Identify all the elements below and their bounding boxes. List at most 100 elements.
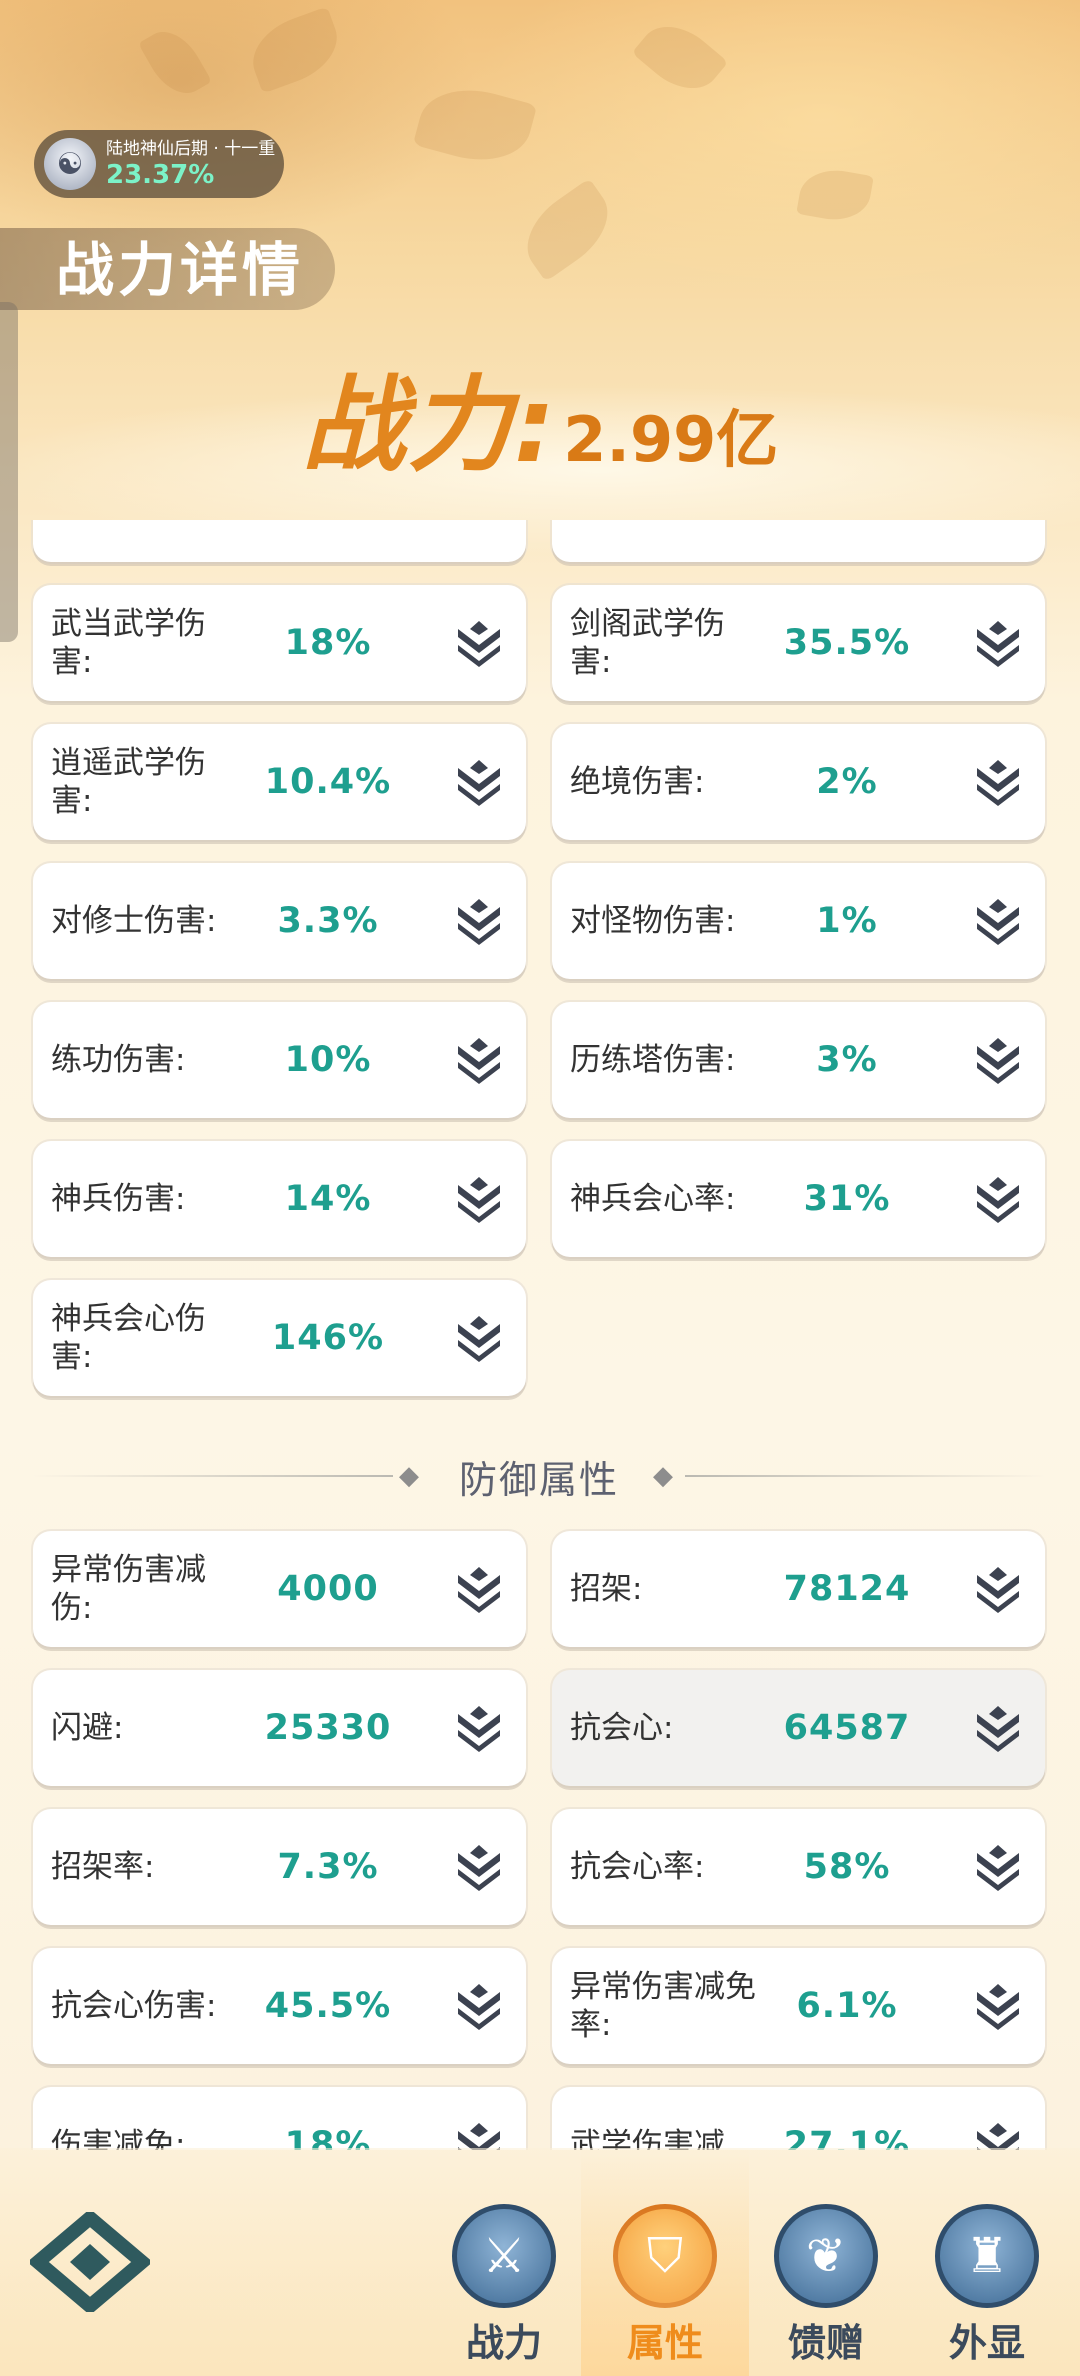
- attribute-label: 招架:: [570, 1571, 643, 1607]
- attribute-card[interactable]: 异常伤害减伤: 4000: [33, 1531, 526, 1647]
- attribute-value: 78124: [783, 1569, 911, 1609]
- expand-chevron-icon[interactable]: [973, 1038, 1023, 1084]
- attribute-card[interactable]: 逍遥武学伤害: 10.4%: [33, 724, 526, 840]
- attribute-card[interactable]: 招架: 78124: [552, 1531, 1045, 1647]
- page-title-banner: 战力详情: [0, 228, 335, 310]
- attribute-value: 3%: [816, 1040, 878, 1080]
- expand-chevron-icon[interactable]: [454, 1177, 504, 1223]
- attribute-value: 31%: [803, 1179, 891, 1219]
- bottom-nav: ⚔ 战力 ⛉ 属性 ❦ 馈赠 ♜ 外显: [0, 2148, 1080, 2376]
- attribute-card[interactable]: 伤害减免: 18%: [33, 2087, 526, 2150]
- attribute-card[interactable]: 练功伤害: 10%: [33, 1002, 526, 1118]
- decorative-leaf: [412, 76, 538, 174]
- expand-chevron-icon[interactable]: [973, 899, 1023, 945]
- attribute-value: 25330: [264, 1708, 392, 1748]
- expand-chevron-icon[interactable]: [973, 2123, 1023, 2150]
- expand-chevron-icon[interactable]: [454, 1706, 504, 1752]
- attribute-card[interactable]: 神兵会心率: 31%: [552, 1141, 1045, 1257]
- cultivator-avatar-icon: ☯: [44, 138, 96, 190]
- attribute-label: 抗会心:: [570, 1710, 674, 1746]
- expand-chevron-icon[interactable]: [454, 1845, 504, 1891]
- expand-chevron-icon[interactable]: [454, 2123, 504, 2150]
- attribute-label: 武当武学伤害:: [51, 606, 206, 680]
- decorative-leaf: [796, 164, 874, 226]
- attribute-card[interactable]: 异常伤害减免率: 6.1%: [552, 1948, 1045, 2064]
- swords-icon: ⚔: [452, 2204, 556, 2308]
- expand-chevron-icon[interactable]: [454, 1567, 504, 1613]
- attribute-label: 抗会心率:: [570, 1849, 705, 1885]
- attribute-card-partial: [33, 520, 526, 562]
- expand-chevron-icon[interactable]: [973, 1984, 1023, 2030]
- attribute-label: 剑阁武学伤害:: [570, 606, 725, 680]
- attribute-value: 18%: [284, 623, 372, 663]
- attribute-value: 14%: [284, 1179, 372, 1219]
- expand-chevron-icon[interactable]: [973, 621, 1023, 667]
- decorative-leaf: [138, 20, 212, 105]
- attribute-card[interactable]: 抗会心伤害: 45.5%: [33, 1948, 526, 2064]
- attribute-card[interactable]: 招架率: 7.3%: [33, 1809, 526, 1925]
- attribute-label: 逍遥武学伤害:: [51, 745, 206, 819]
- attribute-value: 10%: [284, 1040, 372, 1080]
- decorative-leaf: [631, 10, 729, 105]
- attribute-label: 神兵会心伤害:: [51, 1301, 206, 1375]
- expand-chevron-icon[interactable]: [454, 1038, 504, 1084]
- attribute-card[interactable]: 绝境伤害: 2%: [552, 724, 1045, 840]
- nav-label: 战力: [465, 2321, 542, 2365]
- attribute-card[interactable]: 神兵会心伤害: 146%: [33, 1280, 526, 1396]
- nav-item-1[interactable]: ⛉ 属性: [581, 2148, 749, 2376]
- expand-chevron-icon[interactable]: [973, 1706, 1023, 1752]
- attribute-label: 历练塔伤害:: [570, 1042, 736, 1078]
- attribute-value: 64587: [783, 1708, 911, 1748]
- nav-item-2[interactable]: ❦ 馈赠: [756, 2204, 896, 2367]
- attribute-label: 异常伤害减伤:: [51, 1552, 206, 1626]
- nav-item-0[interactable]: ⚔ 战力: [434, 2204, 574, 2367]
- attribute-card-partial: [552, 520, 1045, 562]
- diamond-ornament-icon: ◆: [653, 1461, 673, 1491]
- attribute-value: 2%: [816, 762, 878, 802]
- attribute-label: 闪避:: [51, 1710, 124, 1746]
- attribute-list[interactable]: 武当武学伤害: 18% 剑阁武学伤害: 35.5% 逍遥武学伤害: 10.4% 绝境伤害: 2…: [0, 520, 1080, 2150]
- decorative-leaf: [242, 6, 348, 94]
- expand-chevron-icon[interactable]: [973, 1845, 1023, 1891]
- combat-power-value: 2.99亿: [563, 403, 779, 476]
- attribute-value: 18%: [284, 2125, 372, 2150]
- attribute-value: 10.4%: [264, 762, 392, 802]
- combat-power: 战力:2.99亿: [0, 340, 1080, 491]
- realm-badge[interactable]: ☯ 陆地神仙后期 · 十一重 23.37%: [34, 130, 284, 198]
- page-title: 战力详情: [56, 236, 305, 304]
- game-logo-icon[interactable]: [30, 2212, 150, 2312]
- expand-chevron-icon[interactable]: [454, 760, 504, 806]
- attribute-card[interactable]: 神兵伤害: 14%: [33, 1141, 526, 1257]
- expand-chevron-icon[interactable]: [454, 1984, 504, 2030]
- attribute-label: 异常伤害减免率:: [570, 1969, 756, 2043]
- costume-icon: ♜: [935, 2204, 1039, 2308]
- attribute-card[interactable]: 抗会心率: 58%: [552, 1809, 1045, 1925]
- attribute-card[interactable]: 历练塔伤害: 3%: [552, 1002, 1045, 1118]
- expand-chevron-icon[interactable]: [973, 1567, 1023, 1613]
- nav-item-3[interactable]: ♜ 外显: [917, 2204, 1057, 2367]
- attribute-card[interactable]: 武当武学伤害: 18%: [33, 585, 526, 701]
- attribute-value: 27.1%: [783, 2125, 911, 2150]
- expand-chevron-icon[interactable]: [454, 899, 504, 945]
- attribute-label: 神兵伤害:: [51, 1181, 186, 1217]
- expand-chevron-icon[interactable]: [973, 760, 1023, 806]
- attribute-card[interactable]: 对怪物伤害: 1%: [552, 863, 1045, 979]
- gift-bag-icon: ❦: [774, 2204, 878, 2308]
- combat-power-label: 战力:: [301, 364, 558, 486]
- attribute-value: 146%: [271, 1318, 385, 1358]
- attribute-card[interactable]: 剑阁武学伤害: 35.5%: [552, 585, 1045, 701]
- attribute-card[interactable]: 闪避: 25330: [33, 1670, 526, 1786]
- attribute-label: 抗会心伤害:: [51, 1988, 217, 2024]
- attribute-label: 绝境伤害:: [570, 764, 705, 800]
- expand-chevron-icon[interactable]: [454, 1316, 504, 1362]
- expand-chevron-icon[interactable]: [454, 621, 504, 667]
- attribute-card[interactable]: 武学伤害减 27.1%: [552, 2087, 1045, 2150]
- attribute-card[interactable]: 抗会心: 64587: [552, 1670, 1045, 1786]
- attribute-value: 7.3%: [277, 1847, 379, 1887]
- divider: [685, 1475, 1045, 1477]
- shield-icon: ⛉: [613, 2204, 717, 2308]
- attribute-card[interactable]: 对修士伤害: 3.3%: [33, 863, 526, 979]
- attribute-value: 4000: [277, 1569, 379, 1609]
- expand-chevron-icon[interactable]: [973, 1177, 1023, 1223]
- realm-name: 陆地神仙后期 · 十一重: [106, 139, 276, 159]
